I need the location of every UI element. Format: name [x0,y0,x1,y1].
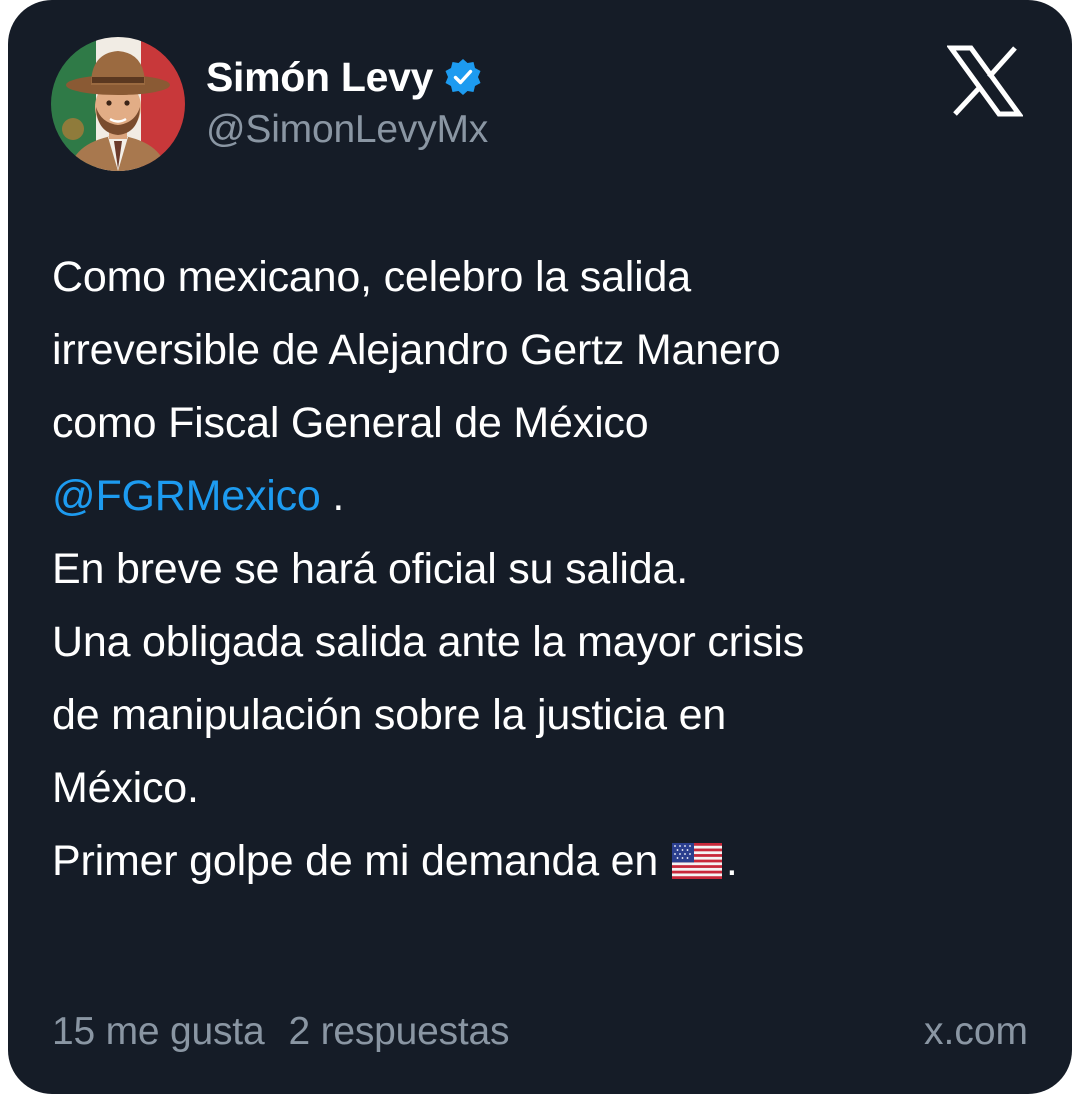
verified-badge-icon [443,57,483,97]
source-domain[interactable]: x.com [924,1010,1028,1054]
tweet-line-flag: Primer golpe de mi demanda en . [52,825,1042,898]
tweet-line: En breve se hará oficial su salida. [52,545,688,593]
author-row: Simón Levy [206,52,483,102]
mention-suffix: . [320,472,345,520]
author-name[interactable]: Simón Levy [206,54,433,101]
tweet-text: Como mexicano, celebro la salida irrever… [52,241,1042,898]
x-logo-icon[interactable] [946,44,1024,118]
tweet-line-mention: @FGRMexico . [52,460,1042,533]
engagement-stats: 15 me gusta 2 respuestas [52,1010,510,1054]
us-flag-icon [671,829,722,879]
avatar[interactable] [51,37,185,171]
tweet-line: México. [52,764,199,812]
tweet-line: Una obligada salida ante la mayor crisis [52,618,805,666]
tweet-card[interactable]: Simón Levy @SimonLevyMx Como mexicano, c… [8,0,1072,1094]
tweet-line: Como mexicano, celebro la salida [52,253,691,301]
line-text: Primer golpe de mi demanda en [52,837,670,885]
mention-link[interactable]: @FGRMexico [52,472,321,520]
tweet-line: irreversible de Alejandro Gertz Manero [52,326,781,374]
author-handle[interactable]: @SimonLevyMx [206,108,488,152]
line-suffix: . [725,837,738,885]
replies-count[interactable]: 2 respuestas [288,1010,509,1054]
likes-count[interactable]: 15 me gusta [52,1010,265,1054]
tweet-line: de manipulación sobre la justicia en [52,691,727,739]
tweet-line: como Fiscal General de México [52,399,649,447]
